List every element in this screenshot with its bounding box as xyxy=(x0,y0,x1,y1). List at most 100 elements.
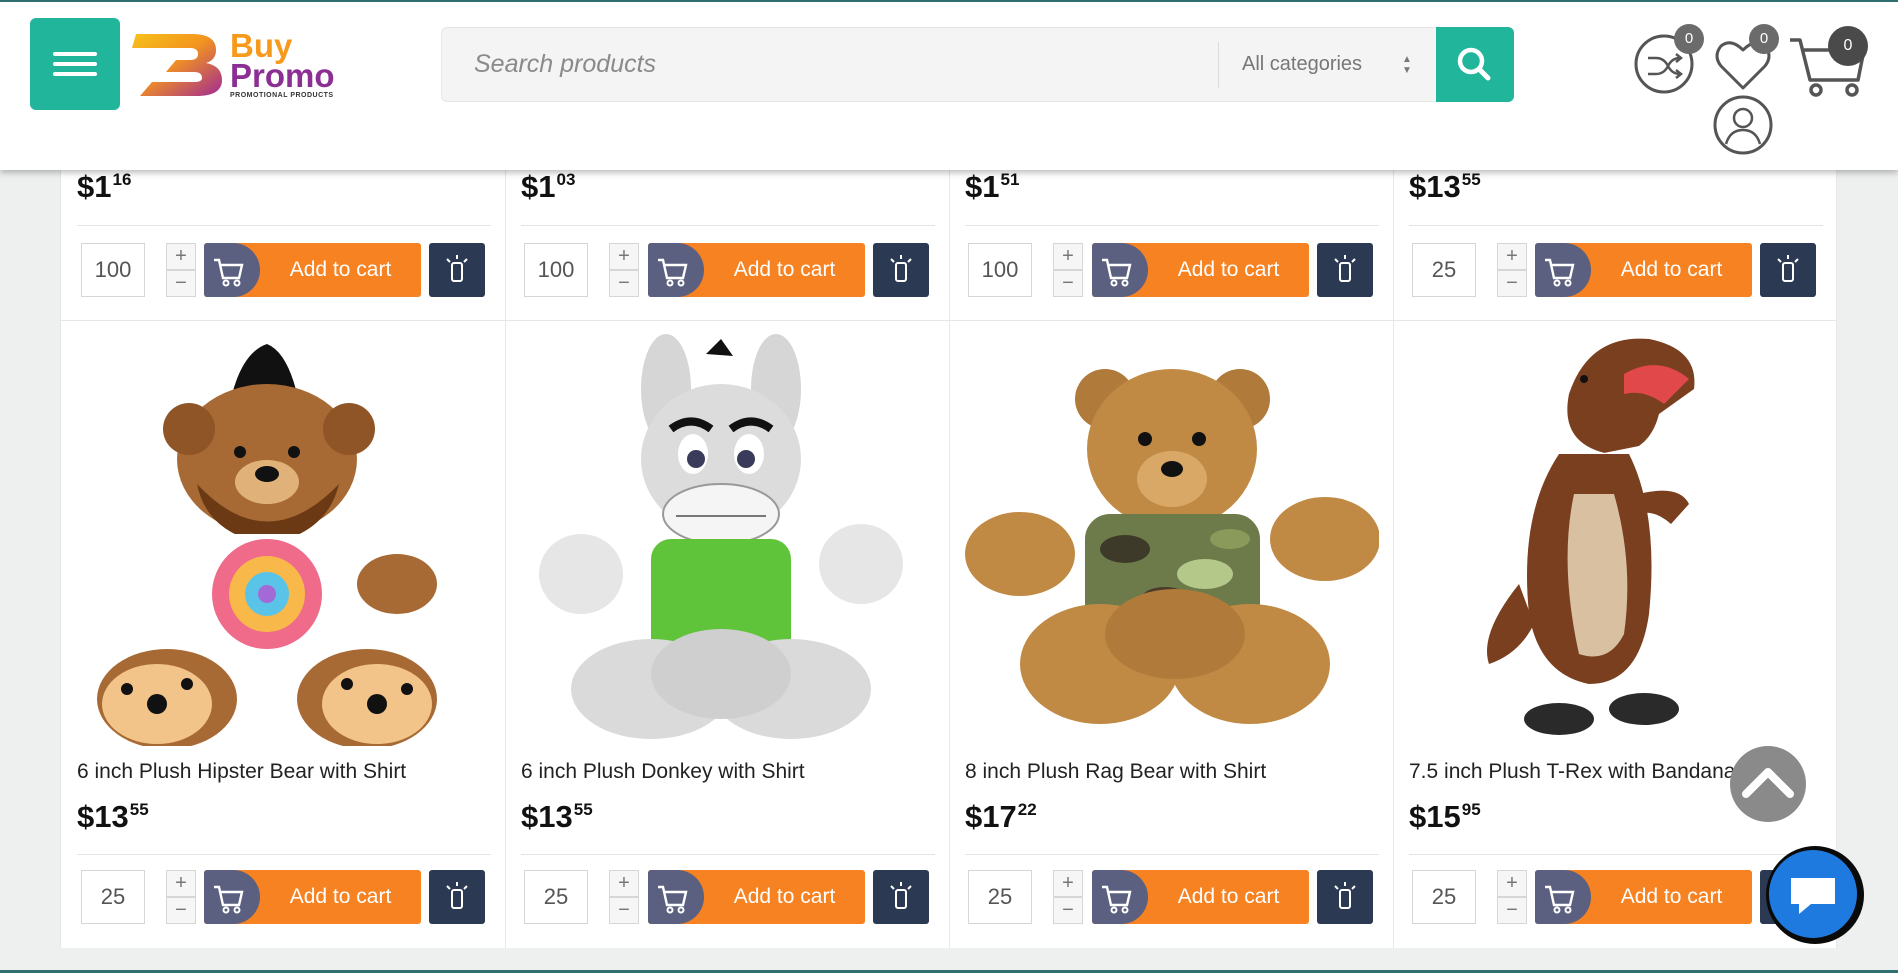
decrease-button[interactable]: − xyxy=(1497,897,1527,924)
quantity-stepper: + − xyxy=(1053,243,1083,297)
category-select[interactable]: All categories xyxy=(1242,28,1362,101)
menu-button[interactable] xyxy=(30,18,120,110)
add-to-cart-button[interactable]: Add to cart xyxy=(648,870,865,924)
increase-button[interactable]: + xyxy=(1497,243,1527,270)
site-header: Buy Promo PROMOTIONAL PRODUCTS All categ… xyxy=(0,0,1898,170)
cart-button[interactable]: 0 xyxy=(1788,26,1868,97)
product-price: $1355 xyxy=(521,799,593,834)
menu-icon-bar xyxy=(53,72,97,76)
quantity-input[interactable]: 25 xyxy=(1412,870,1476,924)
quote-button[interactable] xyxy=(1317,870,1373,924)
search-input[interactable] xyxy=(442,28,1217,101)
quantity-input[interactable]: 25 xyxy=(1412,243,1476,297)
search-button[interactable] xyxy=(1436,27,1514,102)
quantity-stepper: + − xyxy=(166,243,196,297)
quote-button[interactable] xyxy=(873,243,929,297)
scroll-to-top-button[interactable] xyxy=(1730,746,1806,822)
quote-icon xyxy=(446,882,468,909)
add-to-cart-label: Add to cart xyxy=(1620,885,1723,908)
product-image[interactable] xyxy=(1409,334,1823,746)
quantity-input[interactable]: 25 xyxy=(524,870,588,924)
add-to-cart-label: Add to cart xyxy=(733,885,836,908)
add-to-cart-button[interactable]: Add to cart xyxy=(204,870,421,924)
increase-button[interactable]: + xyxy=(166,243,196,270)
chat-button-face xyxy=(1769,850,1857,938)
card-separator xyxy=(965,225,1379,226)
quote-button[interactable] xyxy=(429,870,485,924)
quantity-stepper: + − xyxy=(1053,870,1083,924)
add-to-cart-label: Add to cart xyxy=(1177,258,1280,281)
donkey-image xyxy=(539,334,903,739)
quantity-stepper: + − xyxy=(609,870,639,924)
card-separator xyxy=(965,854,1379,855)
decrease-button[interactable]: − xyxy=(1053,270,1083,297)
account-button[interactable] xyxy=(1712,94,1774,156)
quantity-input[interactable]: 25 xyxy=(81,870,145,924)
card-separator xyxy=(77,854,491,855)
product-image[interactable] xyxy=(521,334,935,746)
product-name[interactable]: 6 inch Plush Donkey with Shirt xyxy=(521,760,805,784)
card-separator xyxy=(77,225,491,226)
quantity-input[interactable]: 25 xyxy=(968,870,1032,924)
menu-icon-bar xyxy=(53,62,97,66)
product-price: $116 xyxy=(77,169,132,204)
rag-bear-image xyxy=(965,369,1380,724)
quote-icon xyxy=(890,255,912,282)
quote-button[interactable] xyxy=(1760,243,1816,297)
increase-button[interactable]: + xyxy=(166,870,196,897)
wishlist-button[interactable]: 0 xyxy=(1711,24,1779,96)
decrease-button[interactable]: − xyxy=(609,897,639,924)
decrease-button[interactable]: − xyxy=(1497,270,1527,297)
compare-button[interactable]: 0 xyxy=(1632,24,1704,96)
add-to-cart-label: Add to cart xyxy=(1620,258,1723,281)
quote-button[interactable] xyxy=(1317,243,1373,297)
product-grid: $116 100 + − Add to cart $103 100 + − Ad… xyxy=(60,169,1837,948)
quantity-input[interactable]: 100 xyxy=(968,243,1032,297)
increase-button[interactable]: + xyxy=(1053,870,1083,897)
add-to-cart-button[interactable]: Add to cart xyxy=(204,243,421,297)
increase-button[interactable]: + xyxy=(1053,243,1083,270)
add-to-cart-label: Add to cart xyxy=(733,258,836,281)
quantity-stepper: + − xyxy=(609,243,639,297)
quantity-stepper: + − xyxy=(166,870,196,924)
quote-button[interactable] xyxy=(873,870,929,924)
product-name[interactable]: 6 inch Plush Hipster Bear with Shirt xyxy=(77,760,406,784)
card-separator xyxy=(1409,854,1823,855)
quantity-input[interactable]: 100 xyxy=(81,243,145,297)
add-to-cart-button[interactable]: Add to cart xyxy=(1535,870,1752,924)
search-icon xyxy=(1457,47,1491,81)
chat-button[interactable] xyxy=(1766,846,1864,944)
hipster-bear-image xyxy=(97,344,437,749)
add-cart-icon xyxy=(204,243,260,297)
logo-mark-icon xyxy=(132,34,222,96)
quantity-input[interactable]: 100 xyxy=(524,243,588,297)
quote-button[interactable] xyxy=(429,243,485,297)
site-logo[interactable]: Buy Promo PROMOTIONAL PRODUCTS xyxy=(132,28,348,104)
logo-tagline: PROMOTIONAL PRODUCTS xyxy=(230,92,334,99)
add-to-cart-button[interactable]: Add to cart xyxy=(1535,243,1752,297)
card-separator xyxy=(1409,225,1823,226)
increase-button[interactable]: + xyxy=(609,243,639,270)
increase-button[interactable]: + xyxy=(1497,870,1527,897)
decrease-button[interactable]: − xyxy=(166,897,196,924)
product-image[interactable] xyxy=(965,334,1380,746)
product-name[interactable]: 7.5 inch Plush T-Rex with Bandana xyxy=(1409,760,1735,784)
grid-divider xyxy=(949,170,950,948)
decrease-button[interactable]: − xyxy=(609,270,639,297)
cart-badge: 0 xyxy=(1828,26,1868,66)
product-name[interactable]: 8 inch Plush Rag Bear with Shirt xyxy=(965,760,1266,784)
decrease-button[interactable]: − xyxy=(1053,897,1083,924)
add-to-cart-button[interactable]: Add to cart xyxy=(1092,243,1309,297)
card-separator xyxy=(521,225,935,226)
quote-icon xyxy=(1334,882,1356,909)
add-to-cart-button[interactable]: Add to cart xyxy=(1092,870,1309,924)
product-image[interactable] xyxy=(77,334,491,749)
add-to-cart-button[interactable]: Add to cart xyxy=(648,243,865,297)
decrease-button[interactable]: − xyxy=(166,270,196,297)
product-price: $1355 xyxy=(1409,169,1481,204)
wishlist-badge: 0 xyxy=(1749,24,1779,54)
add-cart-icon xyxy=(648,870,704,924)
increase-button[interactable]: + xyxy=(609,870,639,897)
add-cart-icon xyxy=(648,243,704,297)
compare-badge: 0 xyxy=(1674,24,1704,54)
